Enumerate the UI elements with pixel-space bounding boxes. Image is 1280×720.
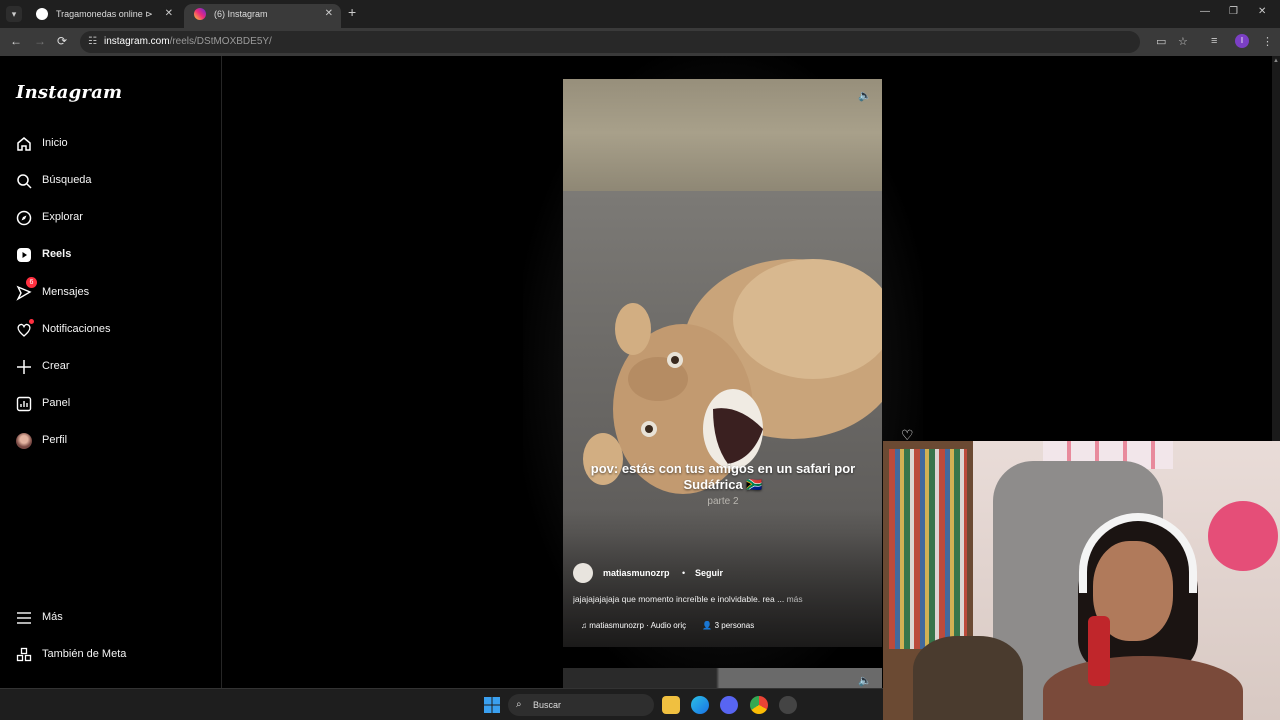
sidebar-item-label: Notificaciones (42, 323, 111, 335)
browser-toolbar: ← → ⟳ ☷ instagram.com/reels/DStMOXBDE5Y/… (0, 28, 1280, 56)
tab-instagram[interactable]: (6) Instagram ✕ (184, 4, 341, 28)
instagram-sidebar: Instagram Inicio Búsqueda Explorar Reels… (0, 56, 222, 688)
sidebar-item-reels[interactable]: Reels (16, 245, 216, 267)
windows-start-icon[interactable] (484, 697, 500, 713)
new-tab-button[interactable]: + (348, 4, 356, 20)
sidebar-item-label: Panel (42, 397, 71, 409)
back-button[interactable]: ← (10, 34, 22, 48)
search-icon: ⌕ (516, 699, 522, 710)
author-avatar[interactable] (573, 563, 593, 583)
restore-button[interactable]: ❐ (1229, 6, 1238, 17)
reel-meta: ♫ matiasmunozrp · Audio oriç 👤 3 persona… (581, 621, 754, 630)
sidebar-item-notificaciones[interactable]: Notificaciones (16, 319, 216, 342)
url-text: instagram.com/reels/DStMOXBDE5Y/ (104, 36, 272, 47)
tab-label: (6) Instagram (214, 9, 268, 19)
tab-search-button[interactable]: ▾ (6, 6, 22, 22)
browser-tab-bar: ▾ Tragamonedas online ⊳ WineB… ✕ (6) Ins… (0, 0, 1280, 39)
file-explorer-icon[interactable] (662, 696, 680, 714)
sidebar-item-mas[interactable]: Más (16, 608, 216, 630)
sidebar-item-label: Explorar (42, 211, 83, 223)
audio-link[interactable]: matiasmunozrp · Audio oriç (589, 621, 686, 630)
sidebar-item-label: Búsqueda (42, 174, 92, 186)
next-reel-preview[interactable]: 🔈 (563, 668, 882, 688)
sidebar-item-explorar[interactable]: Explorar (16, 208, 216, 230)
cast-icon[interactable]: ▭ (1156, 35, 1166, 48)
sidebar-item-panel[interactable]: Panel (16, 394, 216, 416)
follow-button[interactable]: Seguir (695, 568, 723, 578)
webcam-overlay (883, 441, 1280, 720)
books (889, 449, 967, 649)
minimize-button[interactable]: — (1200, 6, 1210, 17)
heart-icon (17, 323, 31, 337)
separator-dot: • (682, 568, 686, 578)
meta-icon (16, 647, 32, 662)
home-icon (17, 137, 31, 151)
sidebar-item-label: Mensajes (42, 286, 90, 298)
more-link[interactable]: más (787, 594, 803, 604)
reel-description: jajajajajajaja que momento increíble e i… (573, 594, 803, 604)
menu-icon (17, 612, 31, 624)
tab-close-icon[interactable]: ✕ (165, 4, 173, 24)
compass-icon (16, 210, 32, 226)
music-note-icon: ♫ (581, 621, 587, 630)
sidebar-item-crear[interactable]: Crear (16, 357, 216, 379)
author-username[interactable]: matiasmunozrp (603, 568, 670, 578)
bookmark-star-icon[interactable]: ☆ (1178, 35, 1188, 48)
streamer-body (1043, 656, 1243, 720)
dog (913, 636, 1023, 720)
reload-button[interactable]: ⟳ (57, 34, 67, 48)
sidebar-item-label: También de Meta (42, 648, 127, 660)
sidebar-item-label: Más (42, 611, 63, 623)
sidebar-item-tambien-de-meta[interactable]: También de Meta (16, 645, 216, 667)
tagged-people[interactable]: 3 personas (715, 621, 755, 630)
messages-badge: 6 (26, 277, 37, 288)
forward-button[interactable]: → (34, 34, 46, 48)
sidebar-item-mensajes[interactable]: 6 Mensajes (16, 277, 216, 305)
reel-caption-text: pov: estás con tus amigos en un safari p… (590, 461, 856, 492)
site-favicon-icon (36, 8, 48, 20)
sidebar-item-label: Perfil (42, 434, 68, 446)
windows-taskbar: ⌕ Buscar (0, 688, 883, 720)
sidebar-item-label: Inicio (42, 137, 68, 149)
reel-part-label: parte 2 (707, 496, 739, 507)
browser-menu-icon[interactable]: ⋮ (1262, 35, 1273, 48)
media-control-icon[interactable]: ≡ (1211, 35, 1217, 47)
app-icon[interactable] (779, 696, 797, 714)
microphone (1088, 616, 1110, 686)
address-bar[interactable]: ☷ instagram.com/reels/DStMOXBDE5Y/ (80, 31, 1140, 53)
avatar-icon (16, 433, 32, 449)
search-icon (17, 174, 32, 189)
sidebar-item-busqueda[interactable]: Búsqueda (16, 171, 216, 193)
search-label: Buscar (533, 700, 562, 710)
notification-dot (29, 319, 34, 324)
edge-icon[interactable] (691, 696, 709, 714)
instagram-logo[interactable]: Instagram (16, 82, 122, 103)
tab-tragamonedas[interactable]: Tragamonedas online ⊳ WineB… ✕ (26, 4, 181, 39)
taskbar-search[interactable]: ⌕ Buscar (508, 694, 654, 716)
sidebar-item-perfil[interactable]: Perfil (16, 431, 216, 453)
sidebar-item-label: Crear (42, 360, 70, 372)
person-icon: 👤 (702, 621, 713, 630)
sidebar-item-inicio[interactable]: Inicio (16, 134, 216, 156)
dashboard-icon (16, 396, 32, 412)
reel-background-grass (563, 79, 882, 199)
reel-author: matiasmunozrp • Seguir (573, 563, 873, 583)
tab-close-icon[interactable]: ✕ (325, 4, 333, 24)
close-window-button[interactable]: ✕ (1258, 6, 1266, 17)
profile-avatar[interactable]: I (1235, 34, 1249, 48)
discord-icon[interactable] (720, 696, 738, 714)
audio-toggle-icon[interactable]: 🔈 (858, 674, 872, 687)
chrome-icon[interactable] (750, 696, 768, 714)
instagram-favicon-icon (194, 8, 206, 20)
audio-toggle-icon[interactable]: 🔈 (858, 89, 872, 102)
site-info-icon[interactable]: ☷ (88, 36, 97, 47)
reels-icon (17, 248, 31, 262)
plush-toy (1208, 501, 1278, 571)
reel-video[interactable]: 🔈 pov: estás con tus amigos en un safari… (563, 79, 882, 647)
plus-icon (17, 360, 31, 374)
sidebar-item-label: Reels (42, 248, 72, 260)
